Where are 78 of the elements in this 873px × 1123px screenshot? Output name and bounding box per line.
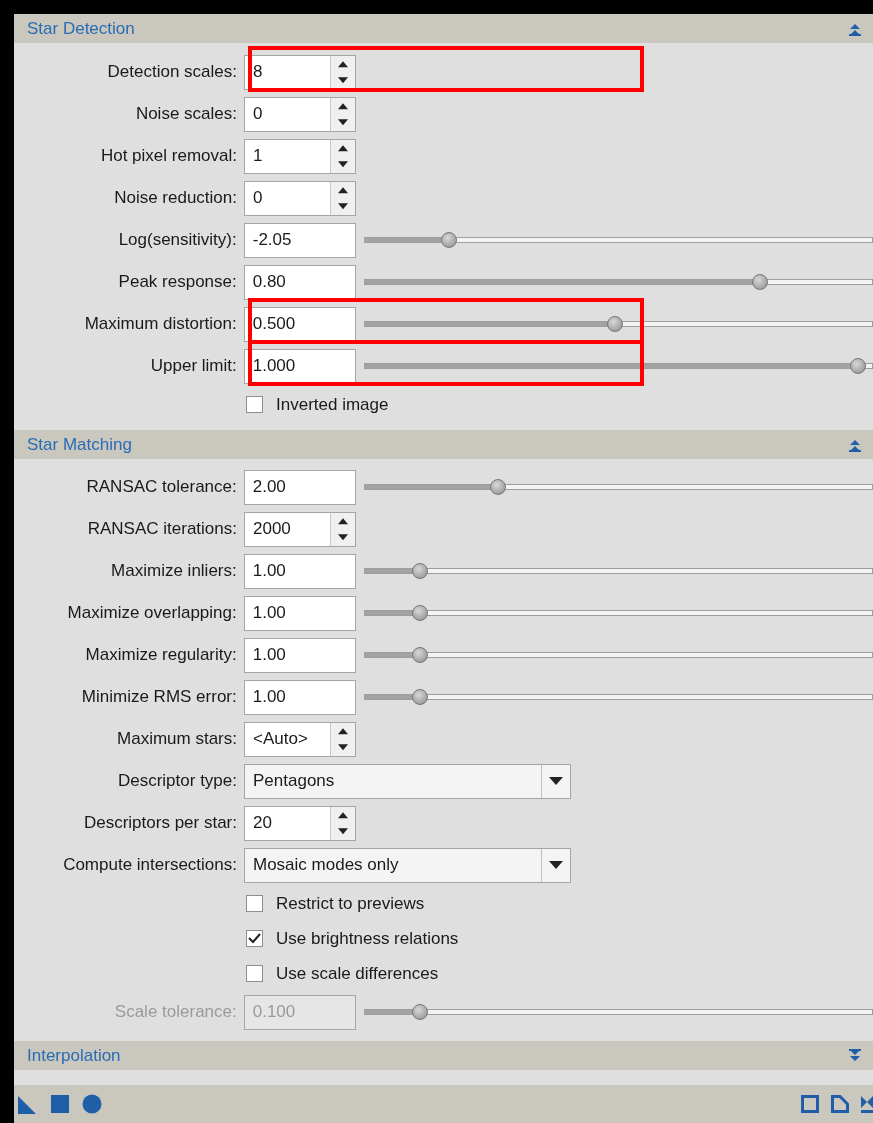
section-title: Star Matching (27, 434, 132, 455)
slider-track[interactable] (363, 568, 873, 574)
field-label: Descriptor type: (116, 771, 238, 791)
dropdown-arrow-icon (549, 861, 563, 869)
dropdown[interactable]: Mosaic modes only (244, 847, 571, 883)
slider-thumb[interactable] (849, 358, 866, 374)
slider-thumb[interactable] (441, 232, 458, 248)
field-label: Scale tolerance: (113, 1002, 238, 1022)
slider-track[interactable] (363, 610, 873, 616)
triangle-icon[interactable] (18, 1094, 38, 1114)
number-field[interactable]: 2.00 (243, 469, 356, 505)
slider-track[interactable] (363, 237, 873, 243)
checkbox[interactable] (246, 396, 263, 413)
collapse-icon[interactable] (849, 437, 861, 452)
number-field[interactable]: 1.000 (243, 348, 356, 384)
field-label: Peak response: (117, 272, 238, 292)
slider-thumb[interactable] (412, 605, 429, 621)
field-label: Maximum stars: (116, 729, 238, 749)
field-label: Compute intersections: (62, 855, 238, 875)
number-field[interactable]: 0.500 (243, 306, 356, 342)
collapse-icon[interactable] (849, 21, 861, 36)
spin-box[interactable]: 1 (244, 138, 356, 174)
field-label: Detection scales: (106, 62, 238, 82)
number-field[interactable]: 1.00 (243, 595, 356, 631)
checkbox-label: Use scale differences (276, 963, 439, 984)
section-title: Interpolation (27, 1045, 121, 1066)
slider-track[interactable] (363, 279, 873, 285)
slider-thumb[interactable] (412, 563, 429, 579)
field-label: Maximize overlapping: (66, 603, 238, 623)
checkbox[interactable] (246, 930, 263, 947)
number-field[interactable]: 0.80 (243, 264, 356, 300)
number-field[interactable]: -2.05 (243, 222, 356, 258)
checkbox[interactable] (246, 965, 263, 982)
number-field[interactable]: 1.00 (243, 637, 356, 673)
square-outline-icon[interactable] (801, 1095, 819, 1113)
collapse-arrows-icon[interactable] (861, 1095, 873, 1113)
field-label: Maximum distortion: (83, 314, 238, 334)
section-title: Star Detection (27, 18, 135, 39)
slider-thumb[interactable] (489, 479, 506, 495)
field-label: Descriptors per star: (82, 813, 238, 833)
spin-box[interactable]: 2000 (244, 511, 356, 547)
number-field[interactable]: 1.00 (243, 679, 356, 715)
field-label: Minimize RMS error: (80, 687, 238, 707)
field-label: RANSAC tolerance: (85, 477, 238, 497)
square-icon[interactable] (50, 1094, 70, 1114)
field-label: Hot pixel removal: (99, 146, 238, 166)
dropdown[interactable]: Pentagons (244, 763, 571, 799)
slider-track[interactable] (363, 694, 873, 700)
dropdown-arrow-icon (549, 777, 563, 785)
field-label: RANSAC iterations: (86, 519, 238, 539)
slider-thumb[interactable] (606, 316, 623, 332)
slider-track[interactable] (363, 652, 873, 658)
spin-box[interactable]: 0 (244, 96, 356, 132)
check-icon (248, 933, 261, 944)
spin-box[interactable]: <Auto> (244, 721, 356, 757)
field-label: Maximize regularity: (84, 645, 238, 665)
slider-track[interactable] (363, 321, 873, 327)
expand-icon[interactable] (849, 1048, 861, 1063)
document-icon[interactable] (831, 1095, 849, 1113)
checkbox-label: Use brightness relations (276, 928, 459, 949)
slider-track[interactable] (363, 484, 873, 490)
spin-box[interactable]: 20 (244, 805, 356, 841)
number-field[interactable]: 1.00 (243, 553, 356, 589)
spin-box[interactable]: 8 (244, 54, 356, 90)
checkbox-label: Inverted image (276, 394, 389, 415)
checkbox-label: Restrict to previews (276, 893, 425, 914)
field-label: Upper limit: (149, 356, 238, 376)
field-label: Noise scales: (134, 104, 238, 124)
slider-track[interactable] (363, 363, 873, 369)
field-label: Maximize inliers: (110, 561, 238, 581)
slider-thumb[interactable] (412, 647, 429, 663)
slider-thumb[interactable] (752, 274, 769, 290)
spin-box[interactable]: 0 (244, 180, 356, 216)
field-label: Noise reduction: (113, 188, 238, 208)
circle-icon[interactable] (82, 1094, 102, 1114)
field-label: Log(sensitivity): (117, 230, 238, 250)
slider-thumb[interactable] (412, 689, 429, 705)
checkbox[interactable] (246, 895, 263, 912)
